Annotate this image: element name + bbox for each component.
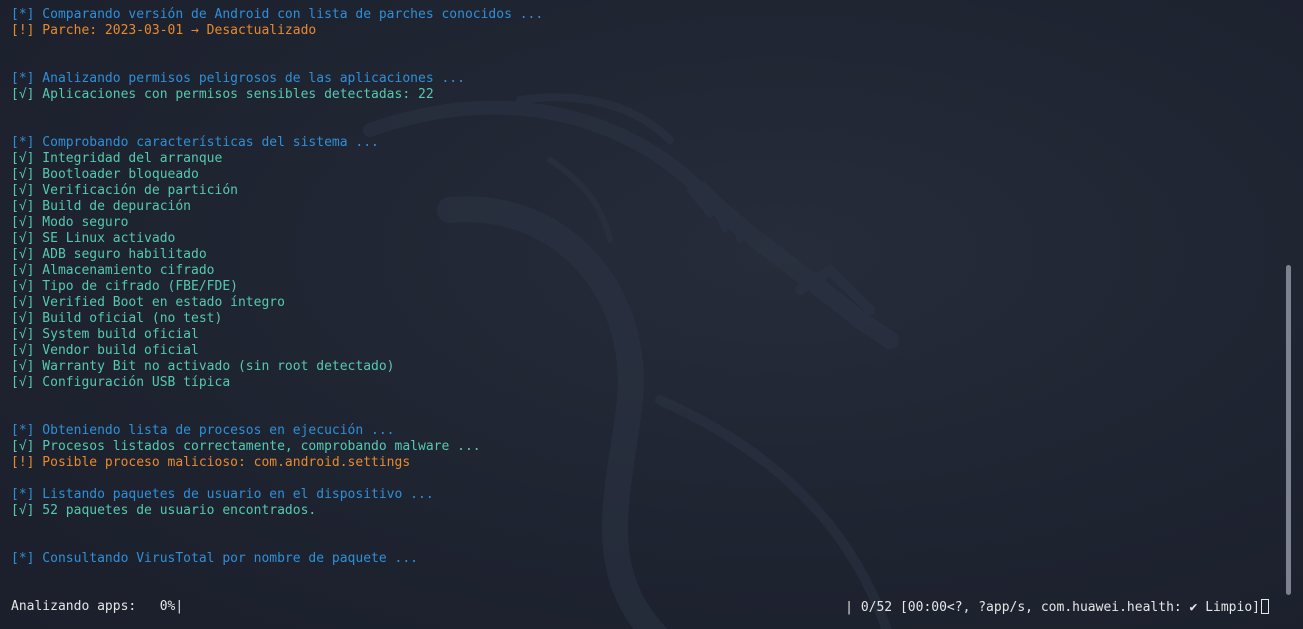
progress-label: Analizando apps: 0%| [11,599,184,614]
terminal-output: [*] Comparando versión de Android con li… [11,7,1283,567]
terminal-line-ok: [√] Aplicaciones con permisos sensibles … [11,87,434,102]
progress-detail: | 0/52 [00:00<?, ?app/s, com.huawei.heal… [845,600,1260,615]
terminal-line-ok: [√] SE Linux activado [11,231,176,246]
terminal-cursor [1261,599,1269,614]
terminal-line-warn: [!] Parche: 2023-03-01 → Desactualizado [11,23,317,38]
terminal-line-warn: [!] Posible proceso malicioso: com.andro… [11,455,411,470]
scrollbar-thumb[interactable] [1286,265,1291,595]
terminal-line-info: [*] Comprobando características del sist… [11,135,379,150]
terminal-line-info: [*] Consultando VirusTotal por nombre de… [11,551,418,566]
terminal-line-ok: [√] Configuración USB típica [11,375,231,390]
terminal-line-ok: [√] Almacenamiento cifrado [11,263,215,278]
terminal-line-ok: [√] Warranty Bit no activado (sin root d… [11,359,395,374]
terminal-line-ok: [√] Verified Boot en estado íntegro [11,295,285,310]
terminal-line-info: [*] Listando paquetes de usuario en el d… [11,487,434,502]
terminal-line-info: [*] Obteniendo lista de procesos en ejec… [11,423,395,438]
terminal-line-ok: [√] Bootloader bloqueado [11,167,199,182]
terminal-line-ok: [√] Procesos listados correctamente, com… [11,439,481,454]
terminal-line-info: [*] Comparando versión de Android con li… [11,7,544,22]
terminal-line-ok: [√] Verificación de partición [11,183,238,198]
terminal-line-ok: [√] Modo seguro [11,215,129,230]
terminal-line-ok: [√] Integridad del arranque [11,151,223,166]
progress-detail-wrap: | 0/52 [00:00<?, ?app/s, com.huawei.heal… [845,599,1269,616]
terminal-line-info: [*] Analizando permisos peligrosos de la… [11,71,465,86]
progress-line: Analizando apps: 0%| | 0/52 [00:00<?, ?a… [11,599,1269,615]
terminal-line-ok: [√] Vendor build oficial [11,343,199,358]
terminal-line-ok: [√] Build oficial (no test) [11,311,223,326]
terminal-line-ok: [√] System build oficial [11,327,199,342]
terminal-line-ok: [√] 52 paquetes de usuario encontrados. [11,503,317,518]
terminal-line-ok: [√] ADB seguro habilitado [11,247,207,262]
terminal-line-ok: [√] Tipo de cifrado (FBE/FDE) [11,279,238,294]
terminal-line-ok: [√] Build de depuración [11,199,192,214]
